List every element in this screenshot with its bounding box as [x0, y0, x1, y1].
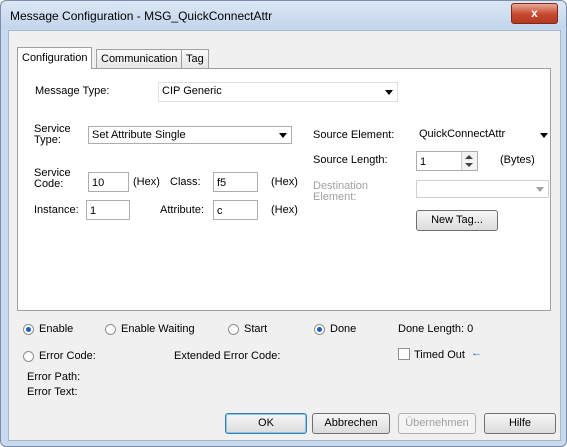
service-code-label: Service Code:: [34, 167, 71, 190]
close-button[interactable]: x: [511, 3, 558, 24]
spin-up-icon[interactable]: [465, 155, 473, 159]
source-length-value: 1: [420, 156, 427, 168]
instance-input[interactable]: 1: [86, 200, 130, 220]
service-type-select[interactable]: Set Attribute Single: [88, 126, 292, 144]
cancel-button[interactable]: Abbrechen: [312, 413, 390, 434]
message-type-select[interactable]: CIP Generic: [158, 82, 398, 102]
destination-element-select[interactable]: [416, 180, 549, 198]
attribute-input[interactable]: c: [213, 200, 258, 220]
service-type-label: Service Type:: [34, 123, 71, 146]
title-bar[interactable]: Message Configuration - MSG_QuickConnect…: [1, 1, 566, 29]
tab-communication[interactable]: Communication: [96, 49, 183, 68]
spin-down-icon[interactable]: [465, 163, 473, 167]
chevron-down-icon: [279, 133, 287, 138]
enable-waiting-radio: [105, 324, 116, 335]
enable-radio: [23, 324, 34, 335]
window-title: Message Configuration - MSG_QuickConnect…: [10, 9, 273, 23]
start-radio: [228, 324, 239, 335]
chevron-down-icon: [536, 187, 544, 192]
configuration-panel: Message Type: CIP Generic Service Type: S…: [17, 68, 551, 311]
timed-out-label: Timed Out: [414, 349, 465, 361]
error-code-radio: [23, 351, 34, 362]
message-type-label: Message Type:: [35, 85, 110, 97]
timed-out-checkbox: [398, 348, 410, 360]
done-length-label: Done Length: 0: [398, 323, 474, 335]
message-configuration-window: Message Configuration - MSG_QuickConnect…: [0, 0, 567, 447]
error-text-label: Error Text:: [27, 386, 78, 398]
attribute-label: Attribute:: [160, 204, 205, 216]
tab-tag[interactable]: Tag: [181, 49, 209, 68]
class-input[interactable]: f5: [213, 172, 258, 192]
source-element-label: Source Element:: [313, 129, 395, 141]
tab-configuration[interactable]: Configuration: [17, 47, 93, 69]
service-code-unit: (Hex): [133, 176, 160, 188]
destination-element-label: Destination Element:: [313, 180, 369, 203]
chevron-down-icon: [540, 133, 548, 138]
attribute-unit: (Hex): [271, 204, 298, 216]
class-unit: (Hex): [271, 176, 298, 188]
message-type-value: CIP Generic: [162, 85, 222, 97]
done-radio: [314, 324, 325, 335]
source-element-value: QuickConnectAttr: [419, 128, 506, 140]
service-code-input[interactable]: 10: [88, 172, 129, 192]
start-label: Start: [244, 323, 268, 335]
source-length-unit: (Bytes): [500, 154, 535, 166]
enable-waiting-label: Enable Waiting: [121, 323, 195, 335]
error-path-label: Error Path:: [27, 371, 81, 383]
enable-label: Enable: [39, 323, 74, 335]
instance-label: Instance:: [34, 204, 79, 216]
source-element-select[interactable]: QuickConnectAttr: [416, 126, 548, 144]
source-length-label: Source Length:: [313, 154, 388, 166]
source-length-spinner[interactable]: [461, 152, 477, 170]
new-tag-button[interactable]: New Tag...: [416, 210, 498, 231]
extended-error-code-label: Extended Error Code:: [174, 350, 281, 362]
chevron-down-icon: [385, 90, 393, 95]
error-code-label: Error Code:: [39, 350, 96, 362]
apply-button[interactable]: Übernehmen: [398, 413, 476, 434]
class-label: Class:: [170, 176, 201, 188]
left-arrow-icon: ←: [471, 347, 482, 359]
dialog-client-area: Configuration Communication Tag Message …: [8, 30, 561, 441]
help-button[interactable]: Hilfe: [484, 413, 556, 434]
service-type-value: Set Attribute Single: [92, 129, 186, 141]
ok-button[interactable]: OK: [225, 413, 307, 434]
done-label: Done: [330, 323, 357, 335]
source-length-input[interactable]: 1: [416, 151, 478, 171]
